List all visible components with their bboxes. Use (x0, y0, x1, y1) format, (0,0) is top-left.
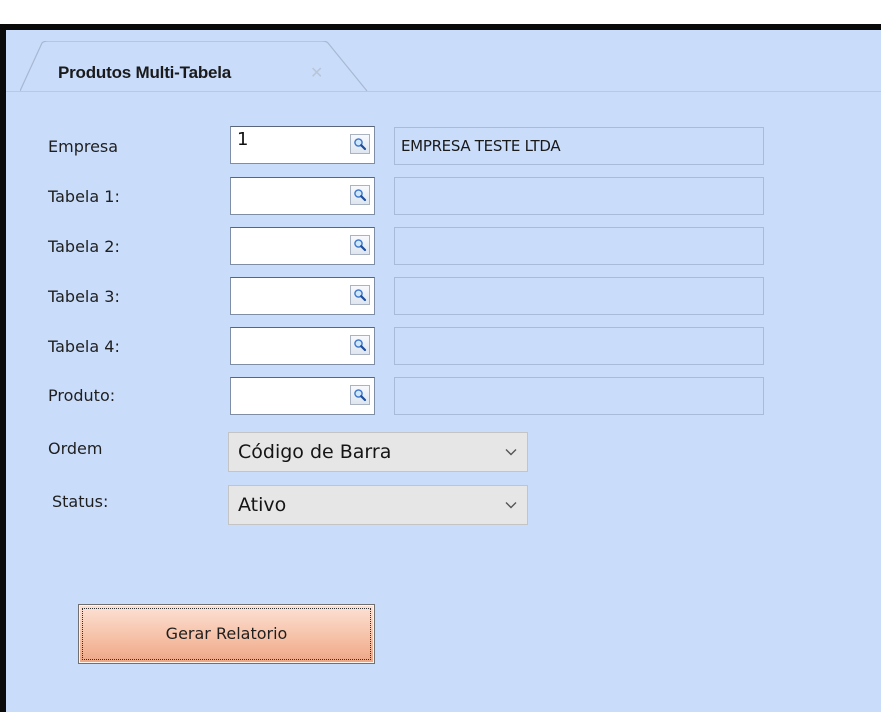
label-tabela-2: Tabela 2: (48, 237, 120, 256)
chevron-down-icon (505, 502, 517, 509)
app-window: Produtos Multi-Tabela ✕ Empresa 1 EMPRES… (0, 0, 881, 712)
produto-lookup-button[interactable] (350, 385, 370, 405)
status-selected-value: Ativo (238, 494, 287, 516)
produto-description-field (394, 377, 764, 415)
tabela-4-description-field (394, 327, 764, 365)
tabela-1-description-field (394, 177, 764, 215)
magnifier-icon (354, 239, 367, 252)
tabela-2-description-field (394, 227, 764, 265)
chevron-down-icon (505, 449, 517, 456)
label-tabela-4: Tabela 4: (48, 337, 120, 356)
produto-code-input[interactable] (230, 377, 375, 415)
form-panel: Produtos Multi-Tabela ✕ Empresa 1 EMPRES… (0, 24, 881, 712)
label-status: Status: (52, 492, 109, 511)
label-ordem: Ordem (48, 439, 103, 458)
status-select[interactable]: Ativo (228, 485, 528, 525)
tabela-3-code-input[interactable] (230, 277, 375, 315)
empresa-code-value: 1 (237, 129, 249, 150)
label-produto: Produto: (48, 386, 116, 405)
tabela-4-code-input[interactable] (230, 327, 375, 365)
empresa-lookup-button[interactable] (350, 134, 370, 154)
magnifier-icon (354, 339, 367, 352)
magnifier-icon (354, 138, 367, 151)
tabela-1-lookup-button[interactable] (350, 185, 370, 205)
label-empresa: Empresa (48, 137, 119, 156)
tabela-3-description-field (394, 277, 764, 315)
tab-produtos-multi-tabela[interactable]: Produtos Multi-Tabela ✕ (20, 41, 368, 92)
tab-label: Produtos Multi-Tabela (58, 63, 232, 82)
ordem-selected-value: Código de Barra (238, 441, 392, 463)
tabela-2-code-input[interactable] (230, 227, 375, 265)
empresa-code-input[interactable]: 1 (230, 126, 375, 164)
tab-strip: Produtos Multi-Tabela ✕ (6, 30, 881, 92)
magnifier-icon (354, 289, 367, 302)
tabela-3-lookup-button[interactable] (350, 285, 370, 305)
tabela-4-lookup-button[interactable] (350, 335, 370, 355)
tabela-2-lookup-button[interactable] (350, 235, 370, 255)
tabela-1-code-input[interactable] (230, 177, 375, 215)
empresa-description-field: EMPRESA TESTE LTDA (394, 127, 764, 165)
magnifier-icon (354, 189, 367, 202)
close-icon[interactable]: ✕ (310, 63, 323, 82)
magnifier-icon (354, 389, 367, 402)
generate-report-button[interactable]: Gerar Relatorio (78, 604, 375, 664)
label-tabela-3: Tabela 3: (48, 287, 120, 306)
label-tabela-1: Tabela 1: (48, 187, 120, 206)
empresa-description-value: EMPRESA TESTE LTDA (401, 137, 561, 155)
generate-report-label: Gerar Relatorio (165, 624, 288, 643)
ordem-select[interactable]: Código de Barra (228, 432, 528, 472)
